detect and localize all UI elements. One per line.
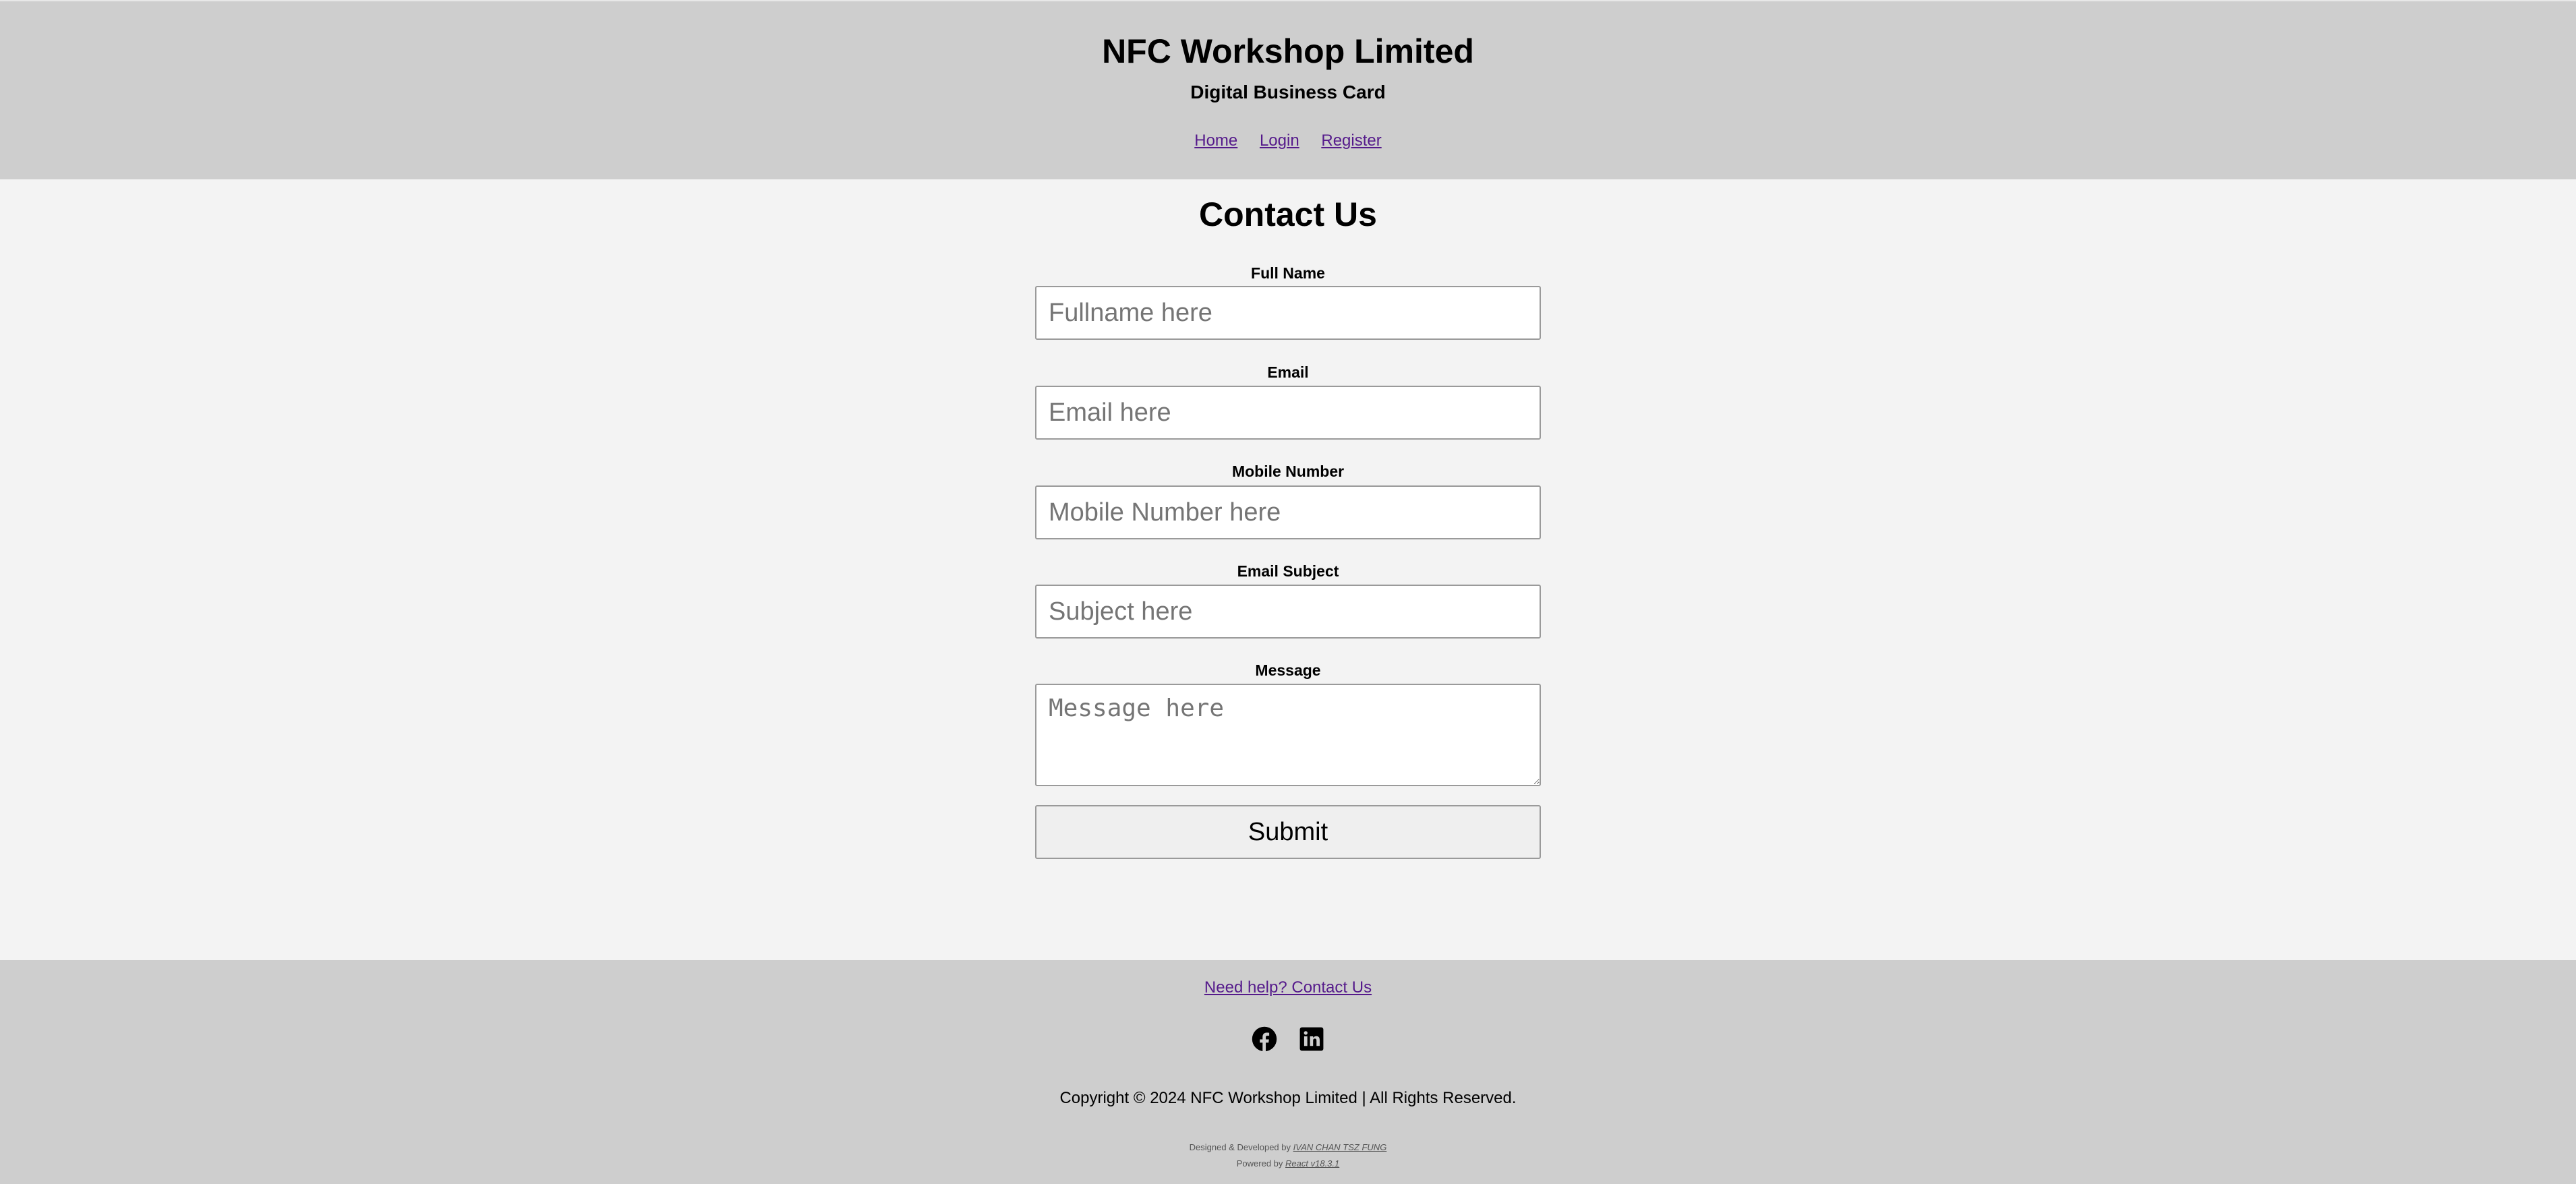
site-header: NFC Workshop Limited Digital Business Ca… [0, 0, 2576, 179]
email-input[interactable] [1035, 386, 1541, 440]
subject-input[interactable] [1035, 585, 1541, 639]
designer-link[interactable]: IVAN CHAN TSZ FUNG [1293, 1142, 1387, 1152]
help-contact-link[interactable]: Need help? Contact Us [1204, 978, 1372, 997]
fullname-input[interactable] [1035, 286, 1541, 340]
nav-link-login[interactable]: Login [1260, 131, 1299, 150]
main-nav: Home Login Register [0, 131, 2576, 151]
copyright-text: Copyright © 2024 NFC Workshop Limited | … [1059, 1089, 1517, 1107]
email-label: Email [1267, 363, 1309, 381]
site-title: NFC Workshop Limited [1102, 32, 1474, 70]
credits: Designed & Developed by IVAN CHAN TSZ FU… [0, 1139, 2576, 1172]
page-title: Contact Us [1199, 196, 1377, 233]
nav-link-home[interactable]: Home [1194, 131, 1237, 150]
mobile-label: Mobile Number [1231, 463, 1345, 480]
site-subtitle: Digital Business Card [1190, 82, 1386, 102]
site-footer: Need help? Contact Us Copyright © 2024 N… [0, 960, 2576, 1184]
powered-by-credit: Powered by React v18.3.1 [0, 1156, 2576, 1172]
nav-link-register[interactable]: Register [1321, 131, 1381, 150]
powered-by-prefix: Powered by [1236, 1158, 1283, 1168]
help-link-row: Need help? Contact Us [0, 978, 2576, 998]
linkedin-icon[interactable] [1299, 1026, 1324, 1052]
message-textarea[interactable] [1035, 684, 1541, 786]
fullname-label: Full Name [1251, 264, 1325, 282]
designer-credit: Designed & Developed by IVAN CHAN TSZ FU… [0, 1139, 2576, 1156]
designed-by-prefix: Designed & Developed by [1189, 1142, 1291, 1152]
message-label: Message [1255, 661, 1321, 679]
social-links [0, 1026, 2576, 1056]
facebook-icon[interactable] [1252, 1026, 1277, 1052]
subject-label: Email Subject [1237, 562, 1339, 580]
react-link[interactable]: React v18.3.1 [1285, 1158, 1339, 1168]
submit-button[interactable]: Submit [1035, 805, 1541, 859]
mobile-input[interactable] [1035, 485, 1541, 539]
